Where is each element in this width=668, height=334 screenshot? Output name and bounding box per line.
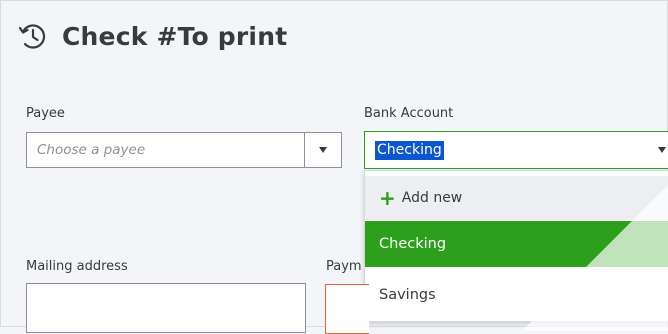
bank-account-dropdown-button[interactable] — [651, 132, 668, 168]
payee-combobox[interactable] — [26, 132, 342, 168]
add-new-option[interactable]: + Add new — [365, 176, 668, 220]
add-new-label: Add new — [401, 190, 463, 206]
history-clock-icon[interactable] — [16, 19, 50, 53]
bank-account-value[interactable]: Checking — [375, 140, 444, 160]
mailing-address-label: Mailing address — [26, 259, 128, 274]
payee-dropdown-button[interactable] — [304, 133, 341, 167]
bank-account-combobox[interactable]: Checking — [364, 131, 668, 169]
payment-date-label: Paym — [326, 259, 362, 274]
chevron-down-icon — [658, 147, 666, 153]
bank-account-dropdown-menu: + Add new Checking Savings — [364, 170, 668, 322]
chevron-down-icon — [319, 147, 327, 153]
mailing-address-field[interactable] — [26, 283, 306, 333]
payee-label: Payee — [26, 106, 65, 121]
page-header: Check #To print — [16, 16, 287, 56]
dropdown-option-checking[interactable]: Checking — [365, 221, 668, 267]
page-title: Check #To print — [62, 21, 288, 51]
payee-input[interactable] — [27, 133, 304, 167]
plus-icon: + — [379, 186, 396, 210]
dropdown-option-savings[interactable]: Savings — [365, 272, 668, 318]
bank-account-label: Bank Account — [364, 106, 454, 121]
